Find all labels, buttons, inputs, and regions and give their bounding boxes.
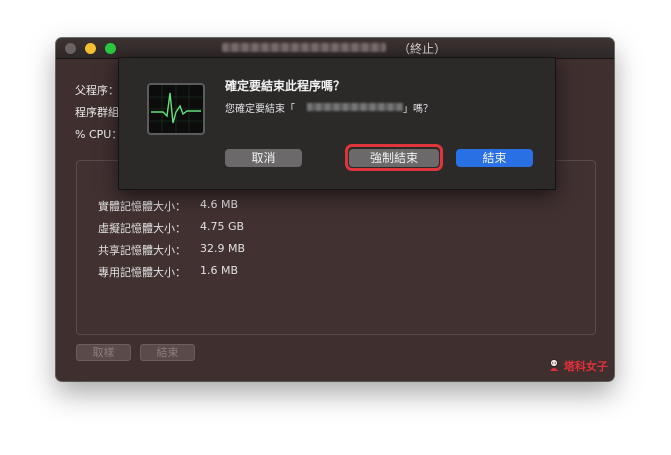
quit-process-button[interactable]: 結束: [140, 344, 195, 361]
window-title-suffix: （終止）: [398, 42, 447, 56]
cancel-button[interactable]: 取消: [225, 149, 302, 167]
zoom-window-button[interactable]: [105, 43, 116, 54]
memory-label: 專用記憶體大小：: [98, 266, 186, 279]
memory-value: 32.9 MB: [200, 242, 246, 255]
cpu-label: % CPU：: [75, 128, 123, 141]
close-window-button[interactable]: [65, 43, 76, 54]
watermark-text: 塔科女子: [563, 360, 608, 373]
quit-confirm-dialog: 確定要結束此程序嗎？ 您確定要結束「 」嗎？ 取消 強制結束 結束: [118, 57, 556, 190]
dialog-message-suffix: 」嗎？: [403, 104, 433, 115]
memory-label: 共享記憶體大小：: [98, 244, 186, 257]
memory-label: 實體記憶體大小：: [98, 200, 186, 213]
parent-process-label: 父程序：: [75, 84, 119, 97]
minimize-window-button[interactable]: [85, 43, 96, 54]
dialog-title: 確定要結束此程序嗎？: [225, 79, 346, 93]
memory-value: 4.75 GB: [200, 220, 245, 233]
memory-label: 虛擬記憶體大小：: [98, 222, 186, 235]
redacted-process-name: [222, 43, 386, 52]
dialog-message-prefix: 您確定要結束「: [225, 104, 295, 115]
sample-button[interactable]: 取樣: [76, 344, 131, 361]
activity-monitor-icon: [147, 83, 205, 135]
quit-button[interactable]: 結束: [456, 149, 533, 167]
force-quit-highlight: [345, 144, 443, 171]
memory-value: 1.6 MB: [200, 264, 239, 277]
watermark: 塔科女子: [548, 358, 608, 374]
title-bar: （終止）: [56, 38, 614, 59]
redacted-app-name: [307, 103, 403, 111]
memory-value: 4.6 MB: [200, 198, 239, 211]
mascot-icon: [550, 359, 558, 371]
